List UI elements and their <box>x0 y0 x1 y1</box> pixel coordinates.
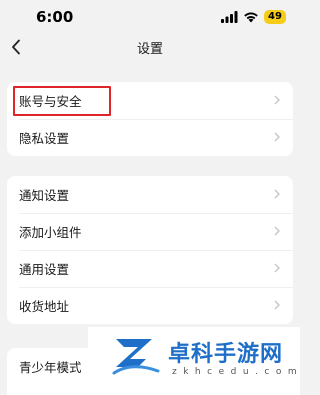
watermark: 卓科手游网 zkhcedu.com <box>88 327 300 395</box>
page-title: 设置 <box>136 42 163 57</box>
status-bar: 6:00 49 <box>0 0 300 30</box>
battery-indicator: 49 <box>264 10 286 24</box>
chevron-right-icon <box>274 263 280 273</box>
watermark-url: zkhcedu.com <box>172 367 304 377</box>
settings-item-shipping-address[interactable]: 收货地址 <box>7 287 293 324</box>
settings-group-general: 通知设置 添加小组件 通用设置 收货地址 <box>7 176 293 324</box>
settings-item-notifications[interactable]: 通知设置 <box>7 176 293 213</box>
chevron-right-icon <box>274 95 280 105</box>
watermark-title: 卓科手游网 <box>168 342 284 367</box>
chevron-right-icon <box>274 189 280 199</box>
settings-item-general[interactable]: 通用设置 <box>7 250 293 287</box>
status-icons: 49 <box>221 10 286 24</box>
highlight-box <box>13 86 111 116</box>
watermark-logo-icon <box>112 339 160 375</box>
nav-bar: 设置 <box>0 30 300 66</box>
settings-item-privacy[interactable]: 隐私设置 <box>7 119 293 156</box>
wifi-icon <box>244 12 258 23</box>
settings-item-add-widget[interactable]: 添加小组件 <box>7 213 293 250</box>
status-time: 6:00 <box>36 8 74 26</box>
settings-item-label: 通用设置 <box>19 262 70 277</box>
settings-item-label: 收货地址 <box>19 299 70 314</box>
chevron-right-icon <box>274 226 280 236</box>
settings-item-label: 通知设置 <box>19 188 70 203</box>
settings-item-label: 添加小组件 <box>19 225 82 240</box>
settings-item-label: 青少年模式 <box>19 360 82 375</box>
chevron-right-icon <box>274 300 280 310</box>
settings-item-label: 隐私设置 <box>19 131 70 146</box>
signal-icon <box>221 11 238 23</box>
chevron-right-icon <box>274 132 280 142</box>
